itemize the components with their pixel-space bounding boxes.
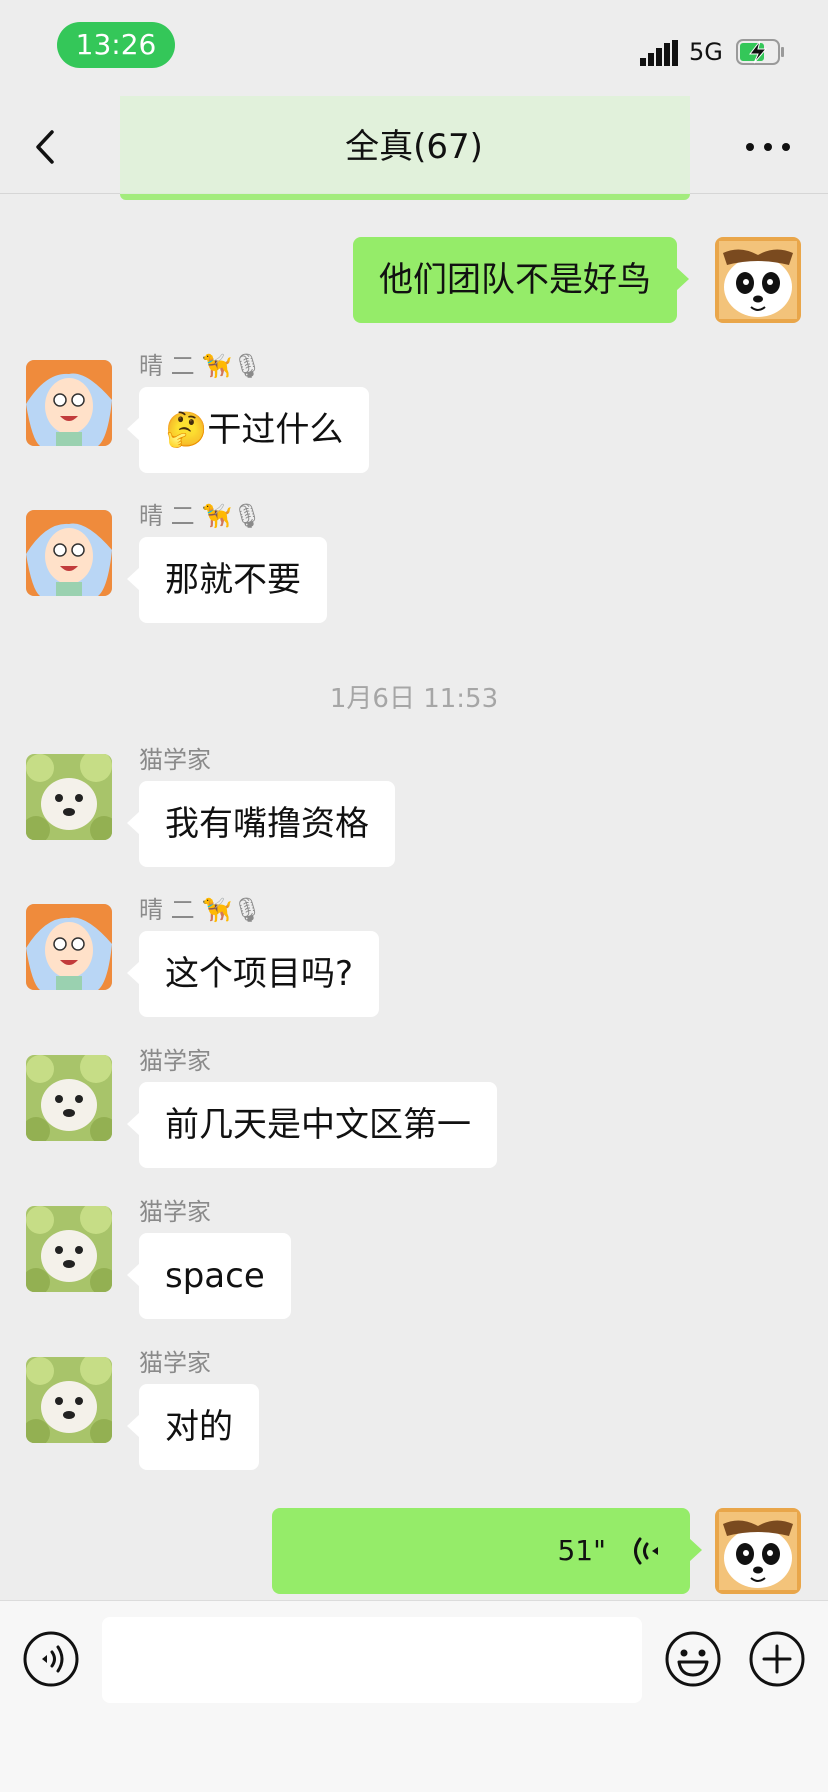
sender-name: 晴 二 🦮🎙 (139, 352, 263, 380)
status-bar: 13:26 5G (0, 0, 828, 96)
sender-name: 猫学家 (139, 1349, 211, 1377)
avatar-qing-er[interactable] (26, 904, 112, 990)
chat-timestamp: 1月6日 11:53 (329, 684, 499, 714)
signal-icon (640, 40, 678, 66)
sender-name: 猫学家 (139, 1198, 211, 1226)
avatar-self[interactable] (715, 1508, 801, 1594)
message-bubble-incoming[interactable]: 我有嘴撸资格 (127, 781, 395, 867)
battery-charging-icon (736, 39, 784, 65)
avatar-qing-er[interactable] (26, 510, 112, 596)
more-dots-icon[interactable] (740, 122, 796, 172)
sender-badge: 🦮🎙 (202, 896, 263, 924)
voice-duration: 51" (557, 1534, 606, 1567)
avatar-qing-er[interactable] (26, 360, 112, 446)
voice-mode-icon[interactable] (22, 1630, 80, 1688)
message-input[interactable] (102, 1617, 642, 1703)
message-bubble-incoming[interactable]: 那就不要 (127, 537, 327, 623)
message-bubble-incoming[interactable]: 这个项目吗? (126, 931, 380, 1017)
voice-message-bubble[interactable]: 51" (272, 1508, 702, 1594)
message-bubble-outgoing[interactable]: 他们团队不是好鸟 (353, 237, 689, 323)
message-bubble-incoming[interactable]: 🤔干过什么 (126, 387, 370, 473)
avatar-mao-xue-jia[interactable] (26, 754, 112, 840)
emoji-icon[interactable] (664, 1630, 722, 1688)
sender-name: 猫学家 (139, 1047, 211, 1075)
network-label: 5G (689, 38, 723, 66)
sender-name: 晴 二 🦮🎙 (139, 896, 263, 924)
message-bubble-incoming[interactable]: 对的 (127, 1384, 259, 1470)
message-bubble-incoming[interactable]: 前几天是中文区第一 (127, 1082, 497, 1168)
avatar-mao-xue-jia[interactable] (26, 1206, 112, 1292)
sender-name: 猫学家 (139, 746, 211, 774)
message-bubble-incoming[interactable]: space (127, 1233, 291, 1319)
avatar-mao-xue-jia[interactable] (26, 1357, 112, 1443)
plus-icon[interactable] (748, 1630, 806, 1688)
chat-title: 全真(67) (345, 127, 483, 167)
voice-wave-icon (634, 1537, 658, 1565)
sender-name: 晴 二 🦮🎙 (139, 502, 263, 530)
chevron-left-icon[interactable] (26, 122, 66, 172)
sender-badge: 🦮🎙 (202, 502, 263, 530)
status-time: 13:26 (57, 22, 175, 68)
avatar-mao-xue-jia[interactable] (26, 1055, 112, 1141)
sender-badge: 🦮🎙 (202, 352, 263, 380)
avatar-self[interactable] (715, 237, 801, 323)
